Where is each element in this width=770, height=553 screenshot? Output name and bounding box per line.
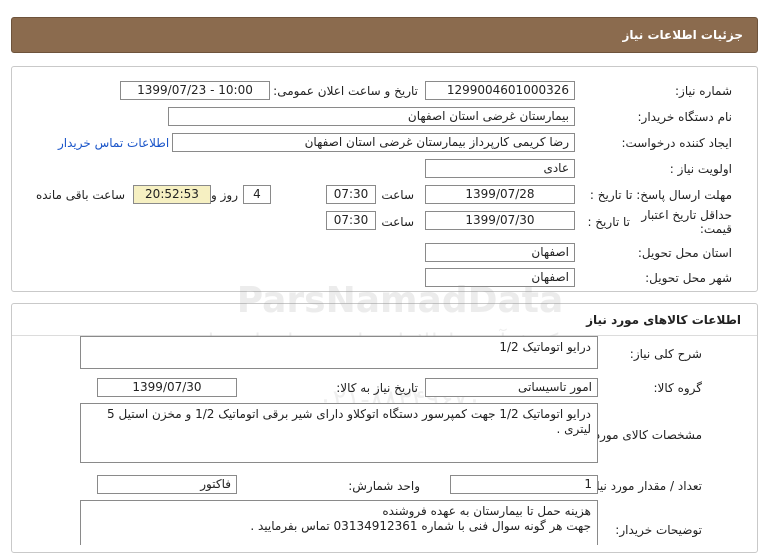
province-label: استان محل تحویل: <box>637 246 732 260</box>
buyer-notes-label: توضیحات خریدار: <box>615 523 702 537</box>
requester-field: رضا کریمی کارپرداز بیمارستان غرضی استان … <box>172 133 575 152</box>
days-remaining-field: 4 <box>243 185 271 204</box>
spec-field: درایو اتوماتیک 1/2 جهت کمپرسور دستگاه ات… <box>80 403 598 463</box>
announce-field: 1399/07/23 - 10:00 <box>120 81 270 100</box>
qty-label: تعداد / مقدار مورد نیاز: <box>586 479 702 493</box>
unit-field: فاکتور <box>97 475 237 494</box>
validity-date-field: 1399/07/30 <box>425 211 575 230</box>
group-label: گروه کالا: <box>653 381 703 395</box>
page-title: جزئیات اطلاعات نیاز <box>622 28 743 42</box>
validity-time-field: 07:30 <box>326 211 376 230</box>
deadline-time-label: ساعت <box>381 188 414 202</box>
remaining-label: ساعت باقی مانده <box>35 188 125 202</box>
validity-to-label: تا تاریخ : <box>587 215 630 229</box>
qty-field: 1 <box>450 475 598 494</box>
deadline-date-field: 1399/07/28 <box>425 185 575 204</box>
priority-field: عادی <box>425 159 575 178</box>
buyer-org-field: بیمارستان غرضی استان اصفهان <box>168 107 575 126</box>
goods-section-title: اطلاعات کالاهای مورد نیاز <box>12 304 757 336</box>
need-date-field: 1399/07/30 <box>97 378 237 397</box>
buyer-notes-field: هزینه حمل تا بیمارستان به عهده فروشنده ج… <box>80 500 598 545</box>
buyer-contact-link[interactable]: اطلاعات تماس خریدار <box>58 136 169 150</box>
general-desc-field: درایو اتوماتیک 1/2 <box>80 336 598 369</box>
group-field: امور تاسیساتی <box>425 378 598 397</box>
validity-label-line2: قیمت: <box>699 222 732 236</box>
priority-label: اولویت نیاز : <box>669 162 732 176</box>
buyer-org-label: نام دستگاه خریدار: <box>637 110 733 124</box>
remaining-time-field: 20:52:53 <box>133 185 211 204</box>
buyer-notes-line-1: هزینه حمل تا بیمارستان به عهده فروشنده <box>382 504 591 518</box>
general-desc-label: شرح کلی نیاز: <box>629 347 702 361</box>
requester-label: ایجاد کننده درخواست: <box>621 136 732 150</box>
validity-label-line1: حداقل تاریخ اعتبار <box>641 208 732 222</box>
need-number-label: شماره نیاز: <box>675 84 732 98</box>
announce-label: تاریخ و ساعت اعلان عمومی: <box>273 84 418 98</box>
province-field: اصفهان <box>425 243 575 262</box>
buyer-notes-line-2: جهت هر گونه سوال فنی با شماره 0313491236… <box>250 519 591 533</box>
unit-label: واحد شمارش: <box>348 479 420 493</box>
need-number-field: 1299004601000326 <box>425 81 575 100</box>
city-field: اصفهان <box>425 268 575 287</box>
page-header: جزئیات اطلاعات نیاز <box>11 17 758 53</box>
need-date-label: تاریخ نیاز به کالا: <box>336 381 418 395</box>
validity-time-label: ساعت <box>381 215 414 229</box>
days-label: روز و <box>211 188 238 202</box>
deadline-time-field: 07:30 <box>326 185 376 204</box>
deadline-label: مهلت ارسال پاسخ: تا تاریخ : <box>589 188 732 202</box>
city-label: شهر محل تحویل: <box>645 271 732 285</box>
